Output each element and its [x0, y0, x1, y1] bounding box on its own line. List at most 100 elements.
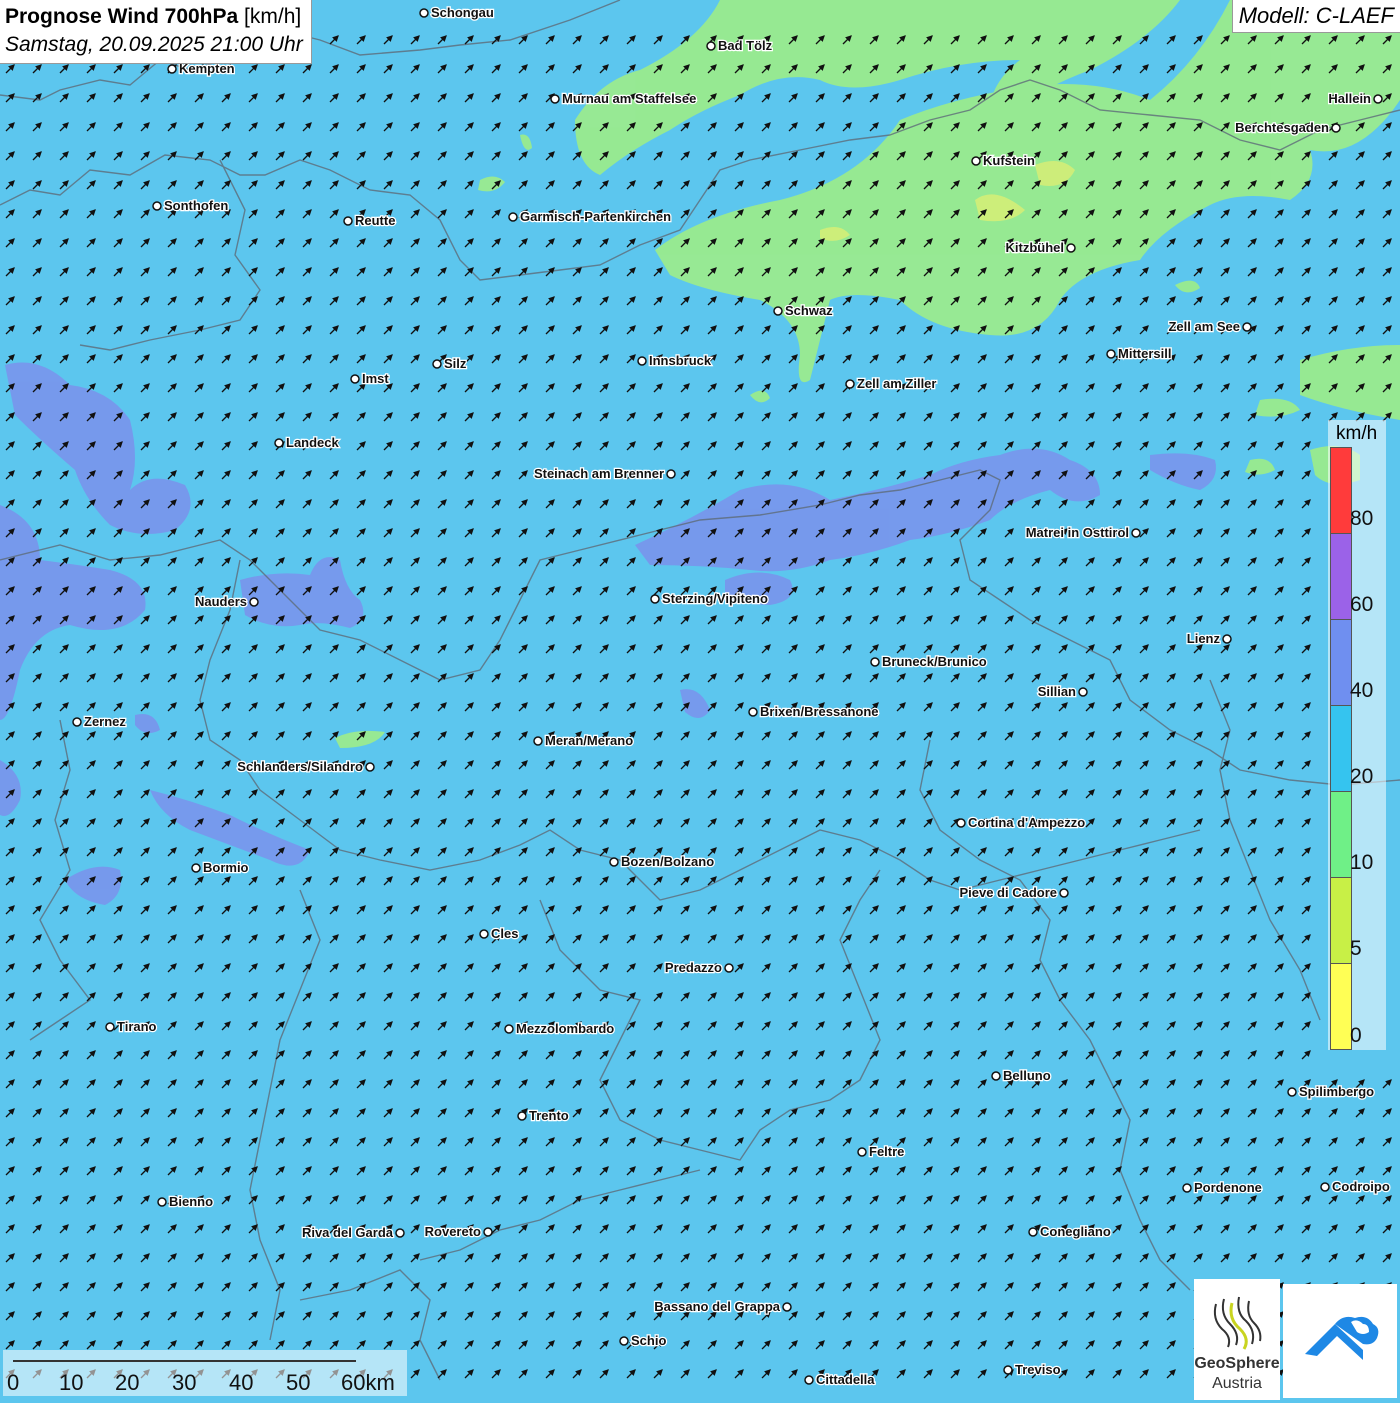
city-marker: Mezzolombardo [504, 1020, 616, 1037]
city-label: Riva del Garda [302, 1225, 394, 1240]
city-dot-icon [479, 929, 489, 939]
city-dot-icon [619, 1336, 629, 1346]
scale-tick: 20 [115, 1370, 140, 1395]
city-dot-icon [419, 8, 429, 18]
city-marker: Zell am Ziller [845, 375, 938, 392]
city-dot-icon [350, 374, 360, 384]
city-marker: Garmisch-Partenkirchen [508, 208, 672, 225]
city-label: Sonthofen [164, 198, 228, 213]
city-dot-icon [1242, 322, 1252, 332]
scale-tick: 10 [59, 1370, 84, 1395]
city-dot-icon [1287, 1087, 1297, 1097]
legend-tick: 0 [1350, 1024, 1362, 1047]
city-dot-icon [1373, 94, 1383, 104]
legend-color-40 [1331, 620, 1351, 706]
legend-unit: km/h [1336, 423, 1378, 444]
city-dot-icon [1320, 1182, 1330, 1192]
legend-tick: 20 [1350, 765, 1374, 788]
city-dot-icon [1059, 888, 1069, 898]
city-dot-icon [1106, 349, 1116, 359]
city-label: Spilimbergo [1299, 1084, 1374, 1099]
city-marker: Matrei in Osttirol [1024, 524, 1141, 541]
city-dot-icon [609, 857, 619, 867]
scale-tick: 30 [172, 1370, 197, 1395]
city-label: Conegliano [1040, 1224, 1111, 1239]
city-dot-icon [157, 1197, 167, 1207]
city-label: Brixen/Bressanone [760, 704, 879, 719]
city-dot-icon [1131, 528, 1141, 538]
city-label: Cittadella [816, 1372, 875, 1387]
forecast-datetime: Samstag, 20.09.2025 21:00 Uhr [5, 33, 303, 56]
city-dot-icon [365, 762, 375, 772]
city-label: Treviso [1015, 1362, 1061, 1377]
city-label: Hallein [1328, 91, 1371, 106]
city-dot-icon [105, 1022, 115, 1032]
city-label: Mezzolombardo [516, 1021, 614, 1036]
city-dot-icon [1078, 687, 1088, 697]
city-dot-icon [637, 356, 647, 366]
legend-tick: 10 [1350, 851, 1374, 874]
map-unit: [km/h] [244, 5, 302, 28]
legend-tick: 40 [1350, 679, 1374, 702]
city-label: Schio [631, 1333, 666, 1348]
cloud-arrow-logo[interactable] [1283, 1284, 1397, 1398]
city-label: Murnau am Staffelsee [562, 91, 696, 106]
city-marker: Pordenone [1182, 1179, 1263, 1196]
city-label: Schwaz [785, 303, 833, 318]
city-dot-icon [1003, 1365, 1013, 1375]
city-dot-icon [483, 1227, 493, 1237]
city-marker: Zell am See [1167, 318, 1252, 335]
city-dot-icon [343, 216, 353, 226]
city-label: Cortina d'Ampezzo [968, 815, 1085, 830]
city-label: Bad Tölz [718, 38, 773, 53]
city-dot-icon [72, 717, 82, 727]
city-label: Berchtesgaden [1235, 120, 1329, 135]
scale-tick: 60km [341, 1370, 395, 1395]
city-marker: Sterzing/Vipiteno [650, 590, 769, 607]
city-label: Cles [491, 926, 518, 941]
scale-tick: 40 [229, 1370, 254, 1395]
city-dot-icon [666, 469, 676, 479]
city-dot-icon [1331, 123, 1341, 133]
map-title: Prognose Wind 700hPa [5, 5, 239, 28]
city-dot-icon [857, 1147, 867, 1157]
city-label: Feltre [869, 1144, 904, 1159]
city-dot-icon [1182, 1183, 1192, 1193]
geosphere-logo[interactable]: GeoSphere Austria [1194, 1279, 1280, 1400]
geosphere-name: GeoSphere [1194, 1355, 1280, 1372]
city-dot-icon [748, 707, 758, 717]
city-dot-icon [782, 1302, 792, 1312]
city-marker: Meran/Merano [533, 732, 634, 749]
city-label: Belluno [1003, 1068, 1051, 1083]
city-dot-icon [167, 64, 177, 74]
city-label: Rovereto [425, 1224, 481, 1239]
city-label: Imst [362, 371, 389, 386]
city-label: Schlanders/Silandro [237, 759, 363, 774]
city-dot-icon [870, 657, 880, 667]
legend-color-5 [1331, 878, 1351, 964]
city-label: Trento [529, 1108, 569, 1123]
city-dot-icon [724, 963, 734, 973]
city-dot-icon [432, 359, 442, 369]
city-label: Garmisch-Partenkirchen [520, 209, 671, 224]
city-label: Landeck [286, 435, 340, 450]
city-label: Bozen/Bolzano [621, 854, 714, 869]
city-dot-icon [1222, 634, 1232, 644]
city-dot-icon [706, 41, 716, 51]
city-dot-icon [517, 1111, 527, 1121]
city-label: Sterzing/Vipiteno [662, 591, 768, 606]
city-marker: Codroipo [1320, 1178, 1391, 1195]
city-dot-icon [395, 1228, 405, 1238]
city-label: Reutte [355, 213, 395, 228]
city-dot-icon [650, 594, 660, 604]
legend-color-10 [1331, 792, 1351, 878]
city-label: Innsbruck [649, 353, 712, 368]
legend-color-60 [1331, 534, 1351, 620]
city-label: Matrei in Osttirol [1026, 525, 1129, 540]
city-marker: Cittadella [804, 1371, 877, 1388]
city-dot-icon [971, 156, 981, 166]
city-dot-icon [191, 863, 201, 873]
city-marker: Bassano del Grappa [653, 1298, 792, 1315]
city-marker: Schongau [419, 4, 495, 21]
city-marker: Riva del Garda [301, 1224, 405, 1241]
